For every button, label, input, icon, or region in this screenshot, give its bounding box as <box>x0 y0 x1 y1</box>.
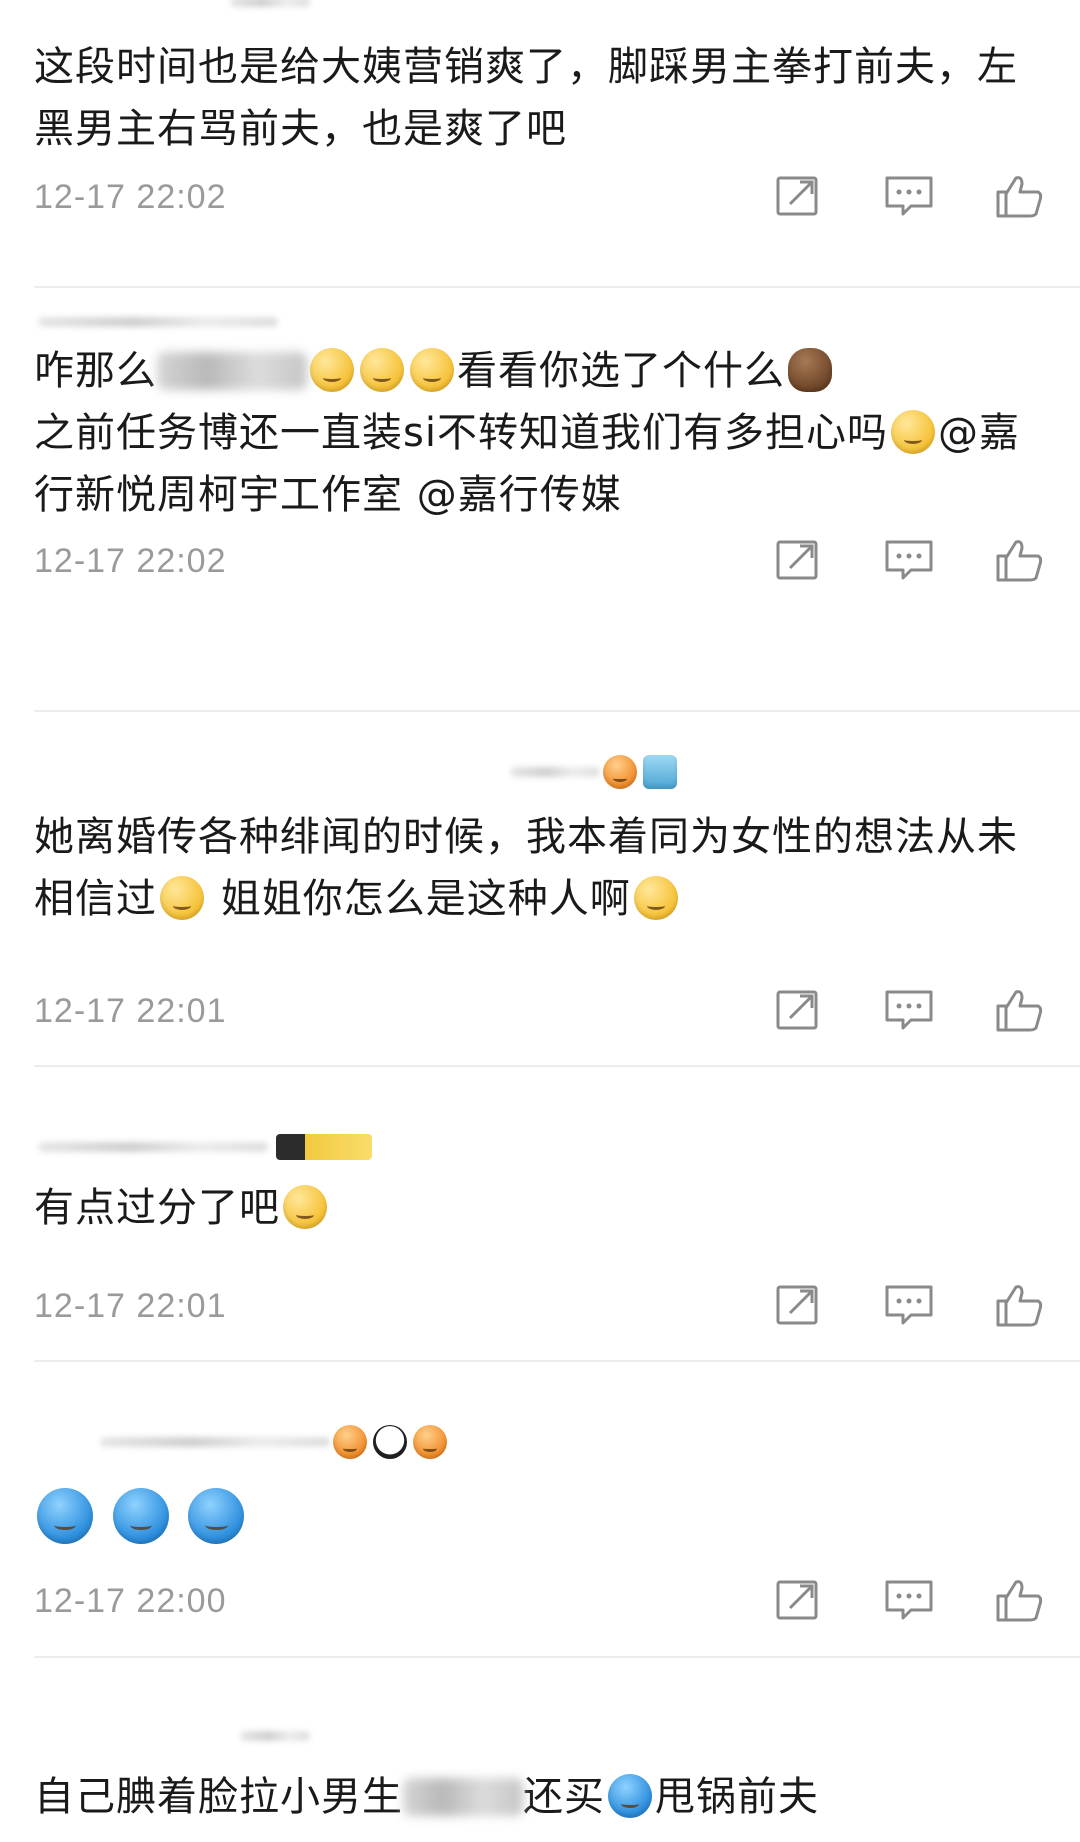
cracked-emoji-icon <box>608 1774 652 1818</box>
comment-timestamp: 12-17 22:01 <box>34 992 227 1030</box>
member-badge-icon <box>276 1134 372 1160</box>
comment-text-part: 咋那么 <box>34 348 157 394</box>
comment-text <box>34 1488 1044 1554</box>
doraemon-emoji-icon <box>37 1488 93 1544</box>
comment-item: 有点过分了吧 12-17 22:01 <box>0 1065 1080 1362</box>
sleepy-emoji-icon <box>310 348 354 392</box>
like-icon[interactable] <box>992 536 1048 584</box>
share-icon[interactable] <box>770 1576 826 1624</box>
comment-timestamp: 12-17 22:02 <box>34 178 227 216</box>
crying-emoji-icon <box>890 410 935 454</box>
crying-emoji-icon <box>160 876 204 920</box>
comment-icon[interactable] <box>881 986 937 1034</box>
username-blurred[interactable] <box>240 1716 310 1756</box>
comment-timestamp: 12-17 22:02 <box>34 542 227 580</box>
like-icon[interactable] <box>992 172 1048 220</box>
comment-text: 咋那么 看看你选了个什么 之前任务博还一直装si不转知道我们有多担心吗 @嘉行新悦周… <box>34 340 1044 526</box>
comment-actions <box>770 986 1048 1034</box>
vomit-emoji-icon <box>410 348 454 392</box>
username-blurred[interactable] <box>510 752 680 792</box>
comment-item: 她离婚传各种绯闻的时候，我本着同为女性的想法从未相信过 姐姐你怎么是这种人啊 1… <box>0 710 1080 1067</box>
comment-icon[interactable] <box>881 172 937 220</box>
smile-emoji-icon <box>283 1185 327 1229</box>
chick-emoji-icon <box>333 1425 367 1459</box>
comment-icon[interactable] <box>881 536 937 584</box>
poop-emoji-icon <box>788 348 832 392</box>
comment-item: 咋那么 看看你选了个什么 之前任务博还一直装si不转知道我们有多担心吗 @嘉行新悦周… <box>0 290 1080 712</box>
crying-emoji-icon <box>633 876 678 920</box>
comment-actions <box>770 536 1048 584</box>
panda-emoji-icon <box>373 1425 407 1459</box>
comment-icon[interactable] <box>881 1281 937 1329</box>
comment-text: 她离婚传各种绯闻的时候，我本着同为女性的想法从未相信过 姐姐你怎么是这种人啊 <box>34 806 1044 930</box>
comment-actions <box>770 172 1048 220</box>
fish-emoji-icon <box>413 1425 447 1459</box>
comment-text-part: 姐姐你怎么是这种人啊 <box>220 876 631 922</box>
share-icon[interactable] <box>770 536 826 584</box>
fish-emoji-icon <box>603 755 637 789</box>
comment-text-part: 还买 <box>523 1774 605 1820</box>
comment-item: 这段时间也是给大姨营销爽了，脚踩男主拳打前夫，左黑男主右骂前夫，也是爽了吧 12… <box>0 0 1080 290</box>
comment-text: 自己腆着脸拉小男生 还买 甩锅前夫 <box>34 1766 1044 1828</box>
like-icon[interactable] <box>992 1576 1048 1624</box>
comment-timestamp: 12-17 22:00 <box>34 1582 227 1620</box>
comment-item: 自己腆着脸拉小男生 还买 甩锅前夫 <box>0 1656 1080 1842</box>
comment-item: 12-17 22:00 <box>0 1360 1080 1658</box>
like-icon[interactable] <box>992 986 1048 1034</box>
doraemon-emoji-icon <box>188 1488 245 1544</box>
divider <box>34 286 1080 288</box>
comment-text-part: 看看你选了个什么 <box>457 348 785 394</box>
comment-actions <box>770 1281 1048 1329</box>
comment-text-part: 之前任务博还一直装si不转知道我们有多担心吗 <box>34 410 888 456</box>
share-icon[interactable] <box>770 172 826 220</box>
redacted-text <box>403 1778 523 1816</box>
username-blurred[interactable] <box>100 1422 450 1462</box>
comment-text-part: 有点过分了吧 <box>34 1185 280 1231</box>
redacted-text <box>157 352 307 390</box>
shocked-emoji-icon <box>360 348 404 392</box>
comment-icon[interactable] <box>881 1576 937 1624</box>
comment-text-part: 甩锅前夫 <box>655 1774 819 1820</box>
username-blurred[interactable] <box>38 302 278 342</box>
doraemon-emoji-icon <box>112 1488 169 1544</box>
username-blurred[interactable] <box>38 1127 372 1167</box>
comment-timestamp: 12-17 22:01 <box>34 1287 227 1325</box>
comment-text: 有点过分了吧 <box>34 1177 1044 1239</box>
comment-actions <box>770 1576 1048 1624</box>
comment-text: 这段时间也是给大姨营销爽了，脚踩男主拳打前夫，左黑男主右骂前夫，也是爽了吧 <box>34 44 1018 152</box>
comment-text-part: 自己腆着脸拉小男生 <box>34 1774 403 1820</box>
tv-emoji-icon <box>643 755 677 789</box>
username-blurred[interactable] <box>230 0 310 22</box>
share-icon[interactable] <box>770 1281 826 1329</box>
like-icon[interactable] <box>992 1281 1048 1329</box>
share-icon[interactable] <box>770 986 826 1034</box>
